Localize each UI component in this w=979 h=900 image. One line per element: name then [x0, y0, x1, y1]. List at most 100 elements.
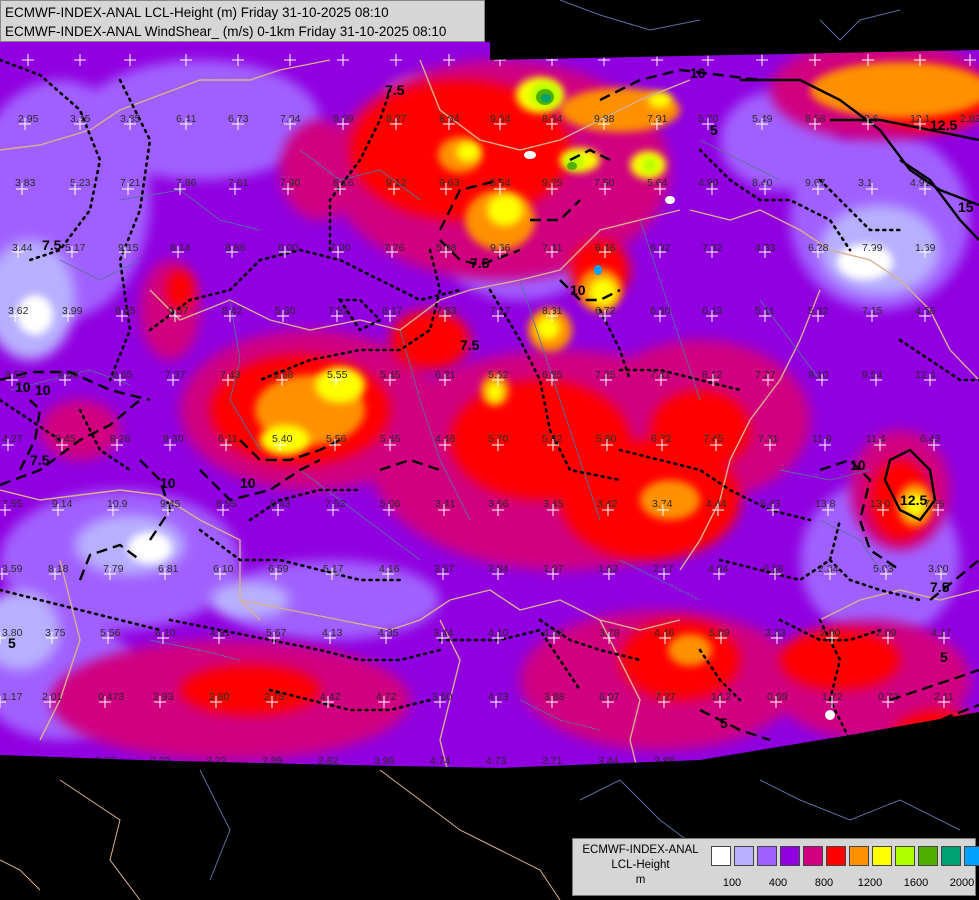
grid-value-label: 4.17 [931, 627, 952, 639]
legend-swatch-1 [734, 846, 754, 866]
isoline-label: 7.5 [470, 255, 490, 271]
isoline-label: 12.5 [900, 492, 927, 508]
grid-value-label: 3.99 [62, 305, 83, 317]
map-title-line-2: ECMWF-INDEX-ANAL WindShear_ (m/s) 0-1km … [5, 24, 447, 39]
grid-value-label: 9.45 [160, 498, 181, 510]
grid-value-label: 4.27 [2, 433, 23, 445]
grid-value-label: 2.17 [653, 563, 674, 575]
grid-value-label: 2.93 [153, 691, 174, 703]
isoline-label: 10 [160, 475, 176, 491]
grid-value-label: 5.56 [100, 627, 121, 639]
grid-value-label: 4.74 [430, 755, 451, 767]
isoline-label: 5 [720, 715, 728, 731]
grid-value-label: 4.72 [376, 691, 397, 703]
grid-value-label: 9.12 [386, 177, 407, 189]
legend-swatch-8 [895, 846, 915, 866]
grid-value-label: 3.33 [765, 627, 786, 639]
grid-value-label: 6.81 [158, 563, 179, 575]
grid-value-label: 2.80 [209, 691, 230, 703]
legend-swatch-5 [826, 846, 846, 866]
grid-value-label: 7.52 [328, 305, 349, 317]
grid-value-label: 8.40 [752, 177, 773, 189]
grid-value-label: 5.56 [326, 433, 347, 445]
grid-value-label: 3.74 [652, 498, 673, 510]
grid-value-label: 4.13 [543, 627, 564, 639]
grid-value-label: 1.62 [598, 563, 619, 575]
map-title-line-1: ECMWF-INDEX-ANAL LCL-Height (m) Friday 3… [5, 5, 389, 20]
isoline-label: 12.5 [930, 117, 957, 133]
legend-tick-100: 100 [722, 877, 742, 889]
grid-value-label: 8.65 [115, 305, 136, 317]
isoline-label: 7.5 [30, 452, 50, 468]
grid-value-label: 8.16 [333, 177, 354, 189]
grid-value-label: 4.94 [708, 563, 729, 575]
grid-value-label: 6.72 [651, 433, 672, 445]
isoline-label: 5 [940, 649, 948, 665]
isoline-label: 7.5 [930, 579, 950, 595]
grid-value-label: 8.42 [222, 305, 243, 317]
isoline-label: 7.5 [42, 237, 62, 253]
grid-value-label: 7.61 [228, 177, 249, 189]
grid-value-label: 7.41 [650, 369, 671, 381]
grid-value-label: 2.09 [876, 627, 897, 639]
grid-value-label: 4.42 [320, 691, 341, 703]
grid-value-label: 7.43 [220, 369, 241, 381]
grid-value-label: 7.25 [595, 369, 616, 381]
legend-tick-labels: 100 400 800 1200 1600 2000 [711, 877, 974, 891]
isoline-label: 10 [690, 65, 706, 81]
grid-value-label: 3.59 [2, 563, 23, 575]
legend-swatches [711, 846, 979, 866]
grid-value-label: 11.9 [812, 433, 832, 445]
grid-value-label: 3.62 [8, 305, 29, 317]
grid-value-label: 5.55 [327, 369, 348, 381]
grid-value-label: 5.30 [275, 305, 296, 317]
grid-value-label: 5.43 [760, 498, 781, 510]
grid-value-label: 8.43 [270, 498, 291, 510]
grid-value-label: 8.26 [110, 433, 131, 445]
grid-value-label: 3.88 [544, 691, 565, 703]
grid-value-label: 4.35 [378, 627, 399, 639]
grid-value-label: 4.16 [379, 563, 400, 575]
data-domain: 2.95 3.45 3.85 6.41 6.73 7.04 9.09 8.27 8.84 9.64… [0, 42, 979, 768]
legend-tick-1600: 1600 [903, 877, 929, 889]
grid-value-label: 6.43 [920, 433, 941, 445]
grid-value-label: 9.54 [862, 369, 883, 381]
isoline-label: 10 [850, 457, 866, 473]
grid-value-label: 5.40 [272, 433, 293, 445]
grid-value-label: 5.68 [273, 369, 294, 381]
grid-value-label: 0.69 [767, 691, 788, 703]
grid-value-label: 7.83 [436, 305, 457, 317]
legend-caption: ECMWF-INDEX-ANAL LCL-Height m [573, 843, 708, 888]
grid-value-label: 7.17 [490, 305, 511, 317]
grid-value-label: 13.8 [815, 498, 836, 510]
grid-value-label: 7.90 [280, 177, 301, 189]
grid-value-label: 7.79 [103, 563, 124, 575]
map-viewport[interactable]: 2.95 3.45 3.85 6.41 6.73 7.04 9.09 8.27 8.84 9.64… [0, 0, 979, 900]
grid-value-label: 8.45 [55, 433, 76, 445]
legend-swatch-2 [757, 846, 777, 866]
grid-value-label: 7.86 [176, 177, 197, 189]
grid-value-label: 2.34 [818, 563, 839, 575]
grid-value-label: 4.13 [322, 627, 343, 639]
grid-value-label: 5.67 [266, 627, 287, 639]
grid-value-label: 7.50 [594, 177, 615, 189]
grid-value-label: 5.42 [542, 433, 563, 445]
grid-value-label: 2.75 [264, 691, 285, 703]
grid-value-label: 7.45 [703, 433, 724, 445]
grid-value-label: 6.58 [763, 563, 784, 575]
grid-value-label: 4.90 [698, 177, 719, 189]
grid-value-label: 5.64 [647, 177, 668, 189]
grid-value-label: 7.52 [325, 498, 346, 510]
grid-value-label: 3.44 [433, 627, 454, 639]
grid-value-label: 3.98 [374, 755, 395, 767]
grid-value-label: 2.82 [960, 113, 979, 125]
grid-value-label: 6.10 [213, 563, 234, 575]
grid-value-label: 3.90 [928, 563, 949, 575]
grid-value-label: 14.2 [711, 691, 732, 703]
legend-unit: m [635, 874, 646, 886]
legend-swatch-7 [872, 846, 892, 866]
grid-value-label: 6.11 [218, 433, 238, 445]
grid-value-label: 11.4 [866, 433, 886, 445]
grid-value-label: 9.63 [439, 177, 460, 189]
isoline-label: 7.5 [385, 82, 405, 98]
